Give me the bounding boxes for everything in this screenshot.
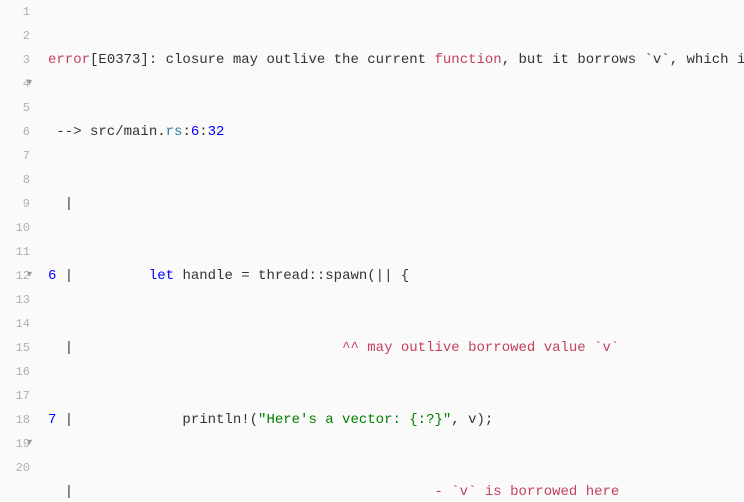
- code-line: | - `v` is borrowed here: [48, 480, 744, 502]
- line-number: 10: [0, 216, 30, 240]
- error-keyword: error: [48, 52, 90, 68]
- line-number: 4▾: [0, 72, 30, 96]
- line-number: 14: [0, 312, 30, 336]
- line-number: 7: [0, 144, 30, 168]
- line-number: 16: [0, 360, 30, 384]
- fold-icon[interactable]: ▾: [27, 264, 32, 288]
- line-number: 18: [0, 408, 30, 432]
- line-number: 3: [0, 48, 30, 72]
- code-line: --> src/main.rs:6:32: [48, 120, 744, 144]
- fold-icon[interactable]: ▾: [27, 432, 32, 456]
- code-line: error[E0373]: closure may outlive the cu…: [48, 48, 744, 72]
- line-number: 2: [0, 24, 30, 48]
- code-line: | ^^ may outlive borrowed value `v`: [48, 336, 744, 360]
- line-number: 1: [0, 0, 30, 24]
- line-number: 12▾: [0, 264, 30, 288]
- fold-icon[interactable]: ▾: [27, 72, 32, 96]
- code-editor[interactable]: 1234▾56789101112▾13141516171819▾20 error…: [0, 0, 744, 502]
- line-gutter: 1234▾56789101112▾13141516171819▾20: [0, 0, 40, 502]
- line-number: 5: [0, 96, 30, 120]
- line-number: 11: [0, 240, 30, 264]
- code-line: 7 | println!("Here's a vector: {:?}", v)…: [48, 408, 744, 432]
- line-number: 15: [0, 336, 30, 360]
- code-line: 6 | let handle = thread::spawn(|| {: [48, 264, 744, 288]
- line-number: 13: [0, 288, 30, 312]
- line-number: 19▾: [0, 432, 30, 456]
- code-line: |: [48, 192, 744, 216]
- line-number: 20: [0, 456, 30, 480]
- line-number: 9: [0, 192, 30, 216]
- code-area[interactable]: error[E0373]: closure may outlive the cu…: [40, 0, 744, 502]
- line-number: 6: [0, 120, 30, 144]
- line-number: 8: [0, 168, 30, 192]
- line-number: 17: [0, 384, 30, 408]
